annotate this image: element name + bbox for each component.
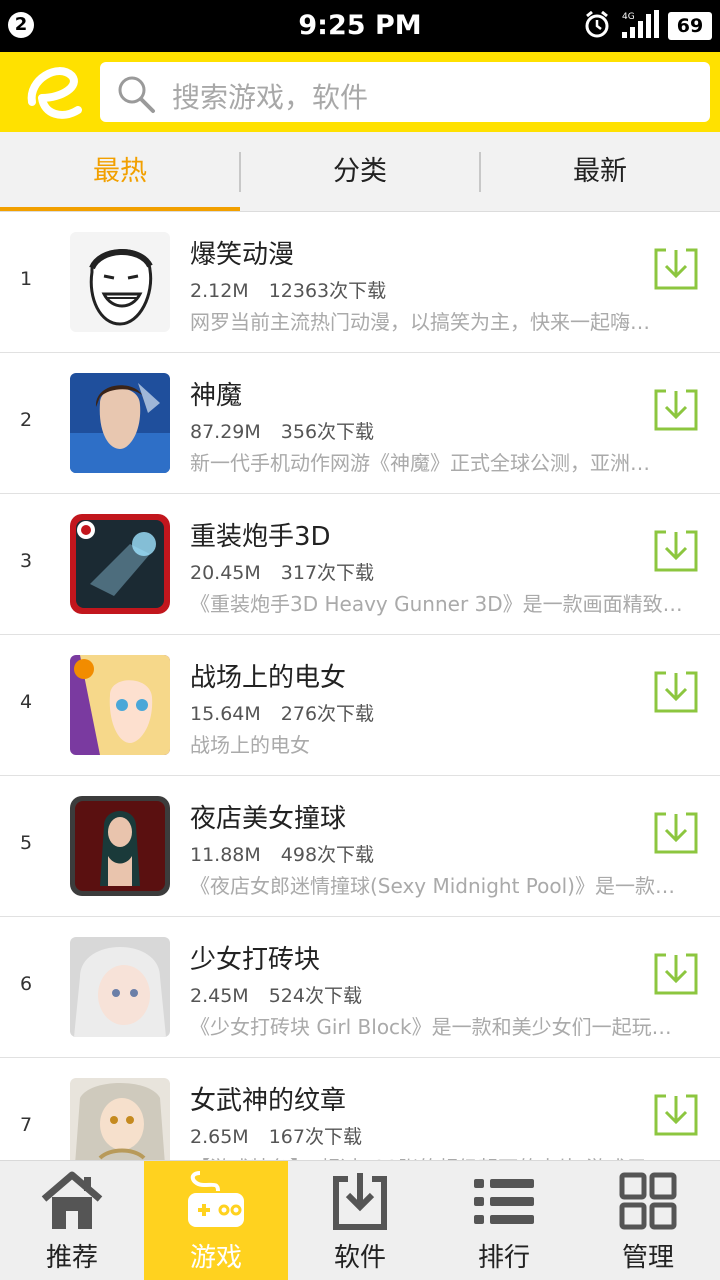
rank-number: 1 bbox=[19, 268, 33, 290]
app-meta: 2.45M 524次下载 bbox=[190, 981, 362, 1008]
download-count: 276次下载 bbox=[280, 703, 375, 725]
nav-label: 排行 bbox=[477, 1243, 530, 1273]
download-count: 356次下载 bbox=[280, 421, 375, 443]
download-icon[interactable] bbox=[652, 385, 700, 433]
app-size: 87.29M bbox=[190, 421, 261, 443]
list-icon bbox=[474, 1179, 534, 1224]
gamepad-icon bbox=[188, 1171, 244, 1227]
app-meta: 2.65M 167次下载 bbox=[190, 1122, 362, 1149]
app-size: 20.45M bbox=[190, 562, 261, 584]
app-icon bbox=[70, 232, 170, 332]
list-item[interactable]: 5 夜店美女撞球 11.88M 498次下载 《夜店女郎迷情撞球(Sexy Mid… bbox=[0, 776, 720, 917]
download-count: 317次下载 bbox=[280, 562, 375, 584]
download-count: 498次下载 bbox=[280, 844, 375, 866]
tab-hottest[interactable]: 最热 bbox=[0, 132, 240, 212]
rank-number: 4 bbox=[19, 691, 33, 713]
download-count: 524次下载 bbox=[268, 985, 362, 1007]
app-size: 2.12M bbox=[190, 280, 249, 302]
rank-number: 6 bbox=[19, 973, 33, 995]
app-description: 【游戏特色】：超过500张的超级靓丽的卡片!游戏用… bbox=[190, 1152, 702, 1160]
rank-number: 7 bbox=[19, 1114, 33, 1136]
rank-number: 2 bbox=[19, 409, 33, 431]
app-icon bbox=[70, 373, 170, 473]
app-size: 2.65M bbox=[190, 1126, 249, 1148]
app-meta: 11.88M 498次下载 bbox=[190, 840, 374, 867]
list-item[interactable]: 6 少女打砖块 2.45M 524次下载 《少女打砖块 Girl Block》是一… bbox=[0, 917, 720, 1058]
tab-category[interactable]: 分类 bbox=[240, 132, 480, 212]
app-logo-icon[interactable] bbox=[18, 58, 88, 126]
battery-indicator: 69 bbox=[668, 12, 712, 40]
app-name: 女武神的纹章 bbox=[190, 1086, 347, 1116]
alarm-icon bbox=[585, 11, 609, 38]
nav-games[interactable]: 游戏 bbox=[144, 1161, 288, 1280]
app-meta: 15.64M 276次下载 bbox=[190, 699, 374, 726]
app-icon bbox=[70, 796, 170, 896]
nav-manage[interactable]: 管理 bbox=[576, 1161, 720, 1280]
app-name: 重装炮手3D bbox=[190, 522, 331, 552]
app-description: 《夜店女郎迷情撞球(Sexy Midnight Pool)》是一款… bbox=[190, 874, 675, 898]
app-size: 15.64M bbox=[190, 703, 261, 725]
clock: 9:25 PM bbox=[298, 10, 422, 41]
app-name: 战场上的电女 bbox=[190, 663, 347, 693]
download-icon[interactable] bbox=[652, 526, 700, 574]
nav-software[interactable]: 软件 bbox=[288, 1161, 432, 1280]
app-icon bbox=[70, 1078, 170, 1160]
bottom-navigation: 推荐 游戏 软件 排行 管理 bbox=[0, 1160, 720, 1280]
app-icon bbox=[70, 514, 170, 614]
app-name: 爆笑动漫 bbox=[190, 240, 295, 270]
app-size: 2.45M bbox=[190, 985, 249, 1007]
download-count: 12363次下载 bbox=[268, 280, 387, 302]
list-item[interactable]: 1 爆笑动漫 2.12M 12363次下载 网罗当前主流热门动漫，以搞笑为主，快来… bbox=[0, 212, 720, 353]
app-icon bbox=[70, 655, 170, 755]
active-tab-indicator bbox=[0, 207, 240, 211]
signal-icon: 4G bbox=[622, 10, 659, 38]
nav-label: 游戏 bbox=[189, 1243, 242, 1273]
search-bar[interactable]: 搜索游戏，软件 bbox=[100, 62, 710, 122]
app-name: 神魔 bbox=[190, 381, 243, 411]
app-description: 网罗当前主流热门动漫，以搞笑为主，快来一起嗨… bbox=[190, 310, 650, 334]
app-name: 少女打砖块 bbox=[190, 945, 321, 975]
rank-number: 3 bbox=[19, 550, 33, 572]
home-icon bbox=[41, 1171, 103, 1229]
app-description: 战场上的电女 bbox=[190, 733, 310, 757]
nav-label: 软件 bbox=[333, 1243, 386, 1273]
app-header: 搜索游戏，软件 bbox=[0, 52, 720, 132]
app-description: 《少女打砖块 Girl Block》是一款和美少女们一起玩… bbox=[190, 1015, 672, 1039]
list-item[interactable]: 2 神魔 87.29M 356次下载 新一代手机动作网游《神魔》正式全球公测，亚洲… bbox=[0, 353, 720, 494]
list-item[interactable]: 4 战场上的电女 15.64M 276次下载 战场上的电女 bbox=[0, 635, 720, 776]
status-bar: 2 9:25 PM 4G 69 bbox=[0, 0, 720, 52]
grid-icon bbox=[619, 1172, 677, 1230]
network-type: 4G bbox=[622, 12, 635, 22]
app-description: 新一代手机动作网游《神魔》正式全球公测，亚洲… bbox=[190, 451, 650, 475]
app-name: 夜店美女撞球 bbox=[190, 804, 347, 834]
nav-label: 管理 bbox=[621, 1243, 674, 1273]
app-meta: 2.12M 12363次下载 bbox=[190, 276, 386, 303]
search-icon bbox=[118, 76, 155, 113]
download-icon[interactable] bbox=[652, 1090, 700, 1138]
download-icon[interactable] bbox=[652, 244, 700, 292]
app-size: 11.88M bbox=[190, 844, 261, 866]
download-icon[interactable] bbox=[652, 808, 700, 856]
rank-number: 5 bbox=[19, 832, 33, 854]
download-icon[interactable] bbox=[652, 667, 700, 715]
nav-recommend[interactable]: 推荐 bbox=[0, 1161, 144, 1280]
app-list: 1 爆笑动漫 2.12M 12363次下载 网罗当前主流热门动漫，以搞笑为主，快来… bbox=[0, 212, 720, 1160]
category-tabs: 最热 分类 最新 bbox=[0, 132, 720, 212]
app-meta: 87.29M 356次下载 bbox=[190, 417, 374, 444]
download-icon[interactable] bbox=[652, 949, 700, 997]
app-meta: 20.45M 317次下载 bbox=[190, 558, 374, 585]
app-icon bbox=[70, 937, 170, 1037]
download-box-icon bbox=[333, 1173, 387, 1230]
tab-newest[interactable]: 最新 bbox=[480, 132, 720, 212]
nav-ranking[interactable]: 排行 bbox=[432, 1161, 576, 1280]
list-item[interactable]: 7 女武神的纹章 2.65M 167次下载 【游戏特色】：超过500张的超级靓丽的… bbox=[0, 1058, 720, 1160]
app-description: 《重装炮手3D Heavy Gunner 3D》是一款画面精致… bbox=[190, 592, 683, 616]
download-count: 167次下载 bbox=[268, 1126, 362, 1148]
app-screen: 2 9:25 PM 4G 69 搜索游戏，软件 最热 分类 最新 1 爆笑动漫 … bbox=[0, 0, 720, 1280]
nav-label: 推荐 bbox=[45, 1243, 98, 1273]
list-item[interactable]: 3 重装炮手3D 20.45M 317次下载 《重装炮手3D Heavy Gunn… bbox=[0, 494, 720, 635]
search-placeholder: 搜索游戏，软件 bbox=[172, 81, 369, 114]
